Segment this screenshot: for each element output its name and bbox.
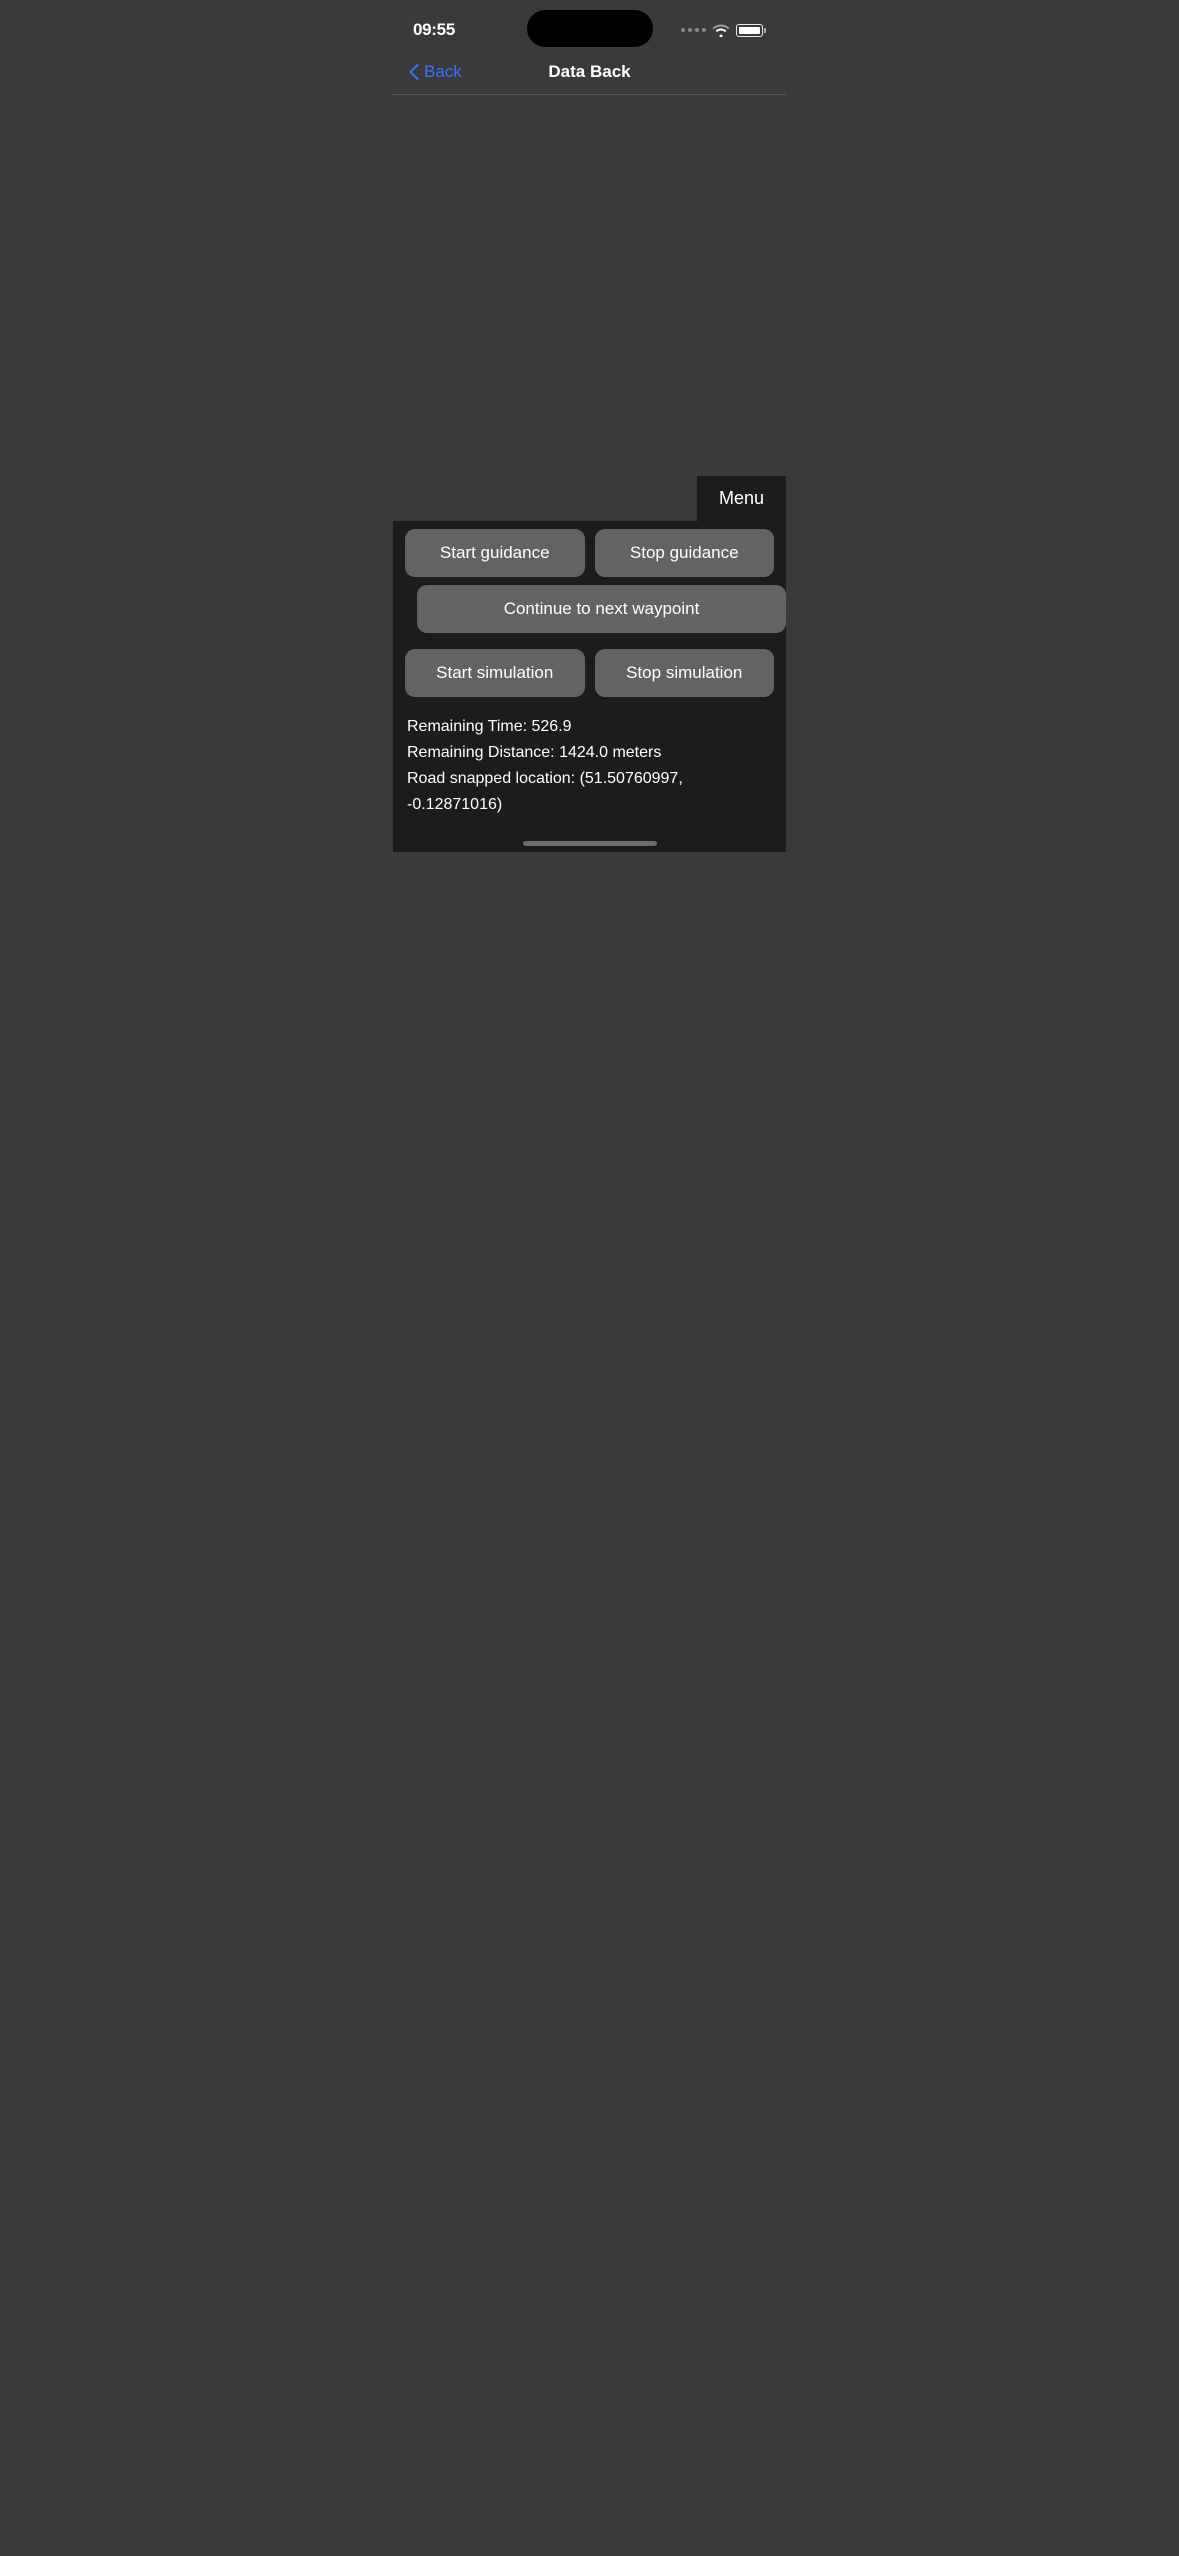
start-simulation-button[interactable]: Start simulation	[405, 649, 585, 697]
guidance-button-row: Start guidance Stop guidance	[393, 521, 786, 585]
dynamic-island	[527, 10, 653, 47]
back-chevron-icon	[409, 64, 419, 80]
simulation-button-row: Start simulation Stop simulation	[393, 641, 786, 705]
bottom-panel: Start guidance Stop guidance Continue to…	[393, 521, 786, 852]
remaining-time: Remaining Time: 526.9	[407, 715, 772, 739]
road-snapped-location-line2: -0.12871016)	[407, 793, 772, 817]
stop-guidance-button[interactable]: Stop guidance	[595, 529, 775, 577]
continue-waypoint-button[interactable]: Continue to next waypoint	[417, 585, 786, 633]
map-area: Menu	[393, 95, 786, 521]
waypoint-row: Continue to next waypoint	[393, 585, 786, 641]
status-bar: 09:55	[393, 0, 786, 54]
menu-button[interactable]: Menu	[697, 476, 786, 521]
battery-icon	[736, 24, 766, 37]
road-snapped-location-line1: Road snapped location: (51.50760997,	[407, 767, 772, 791]
back-label: Back	[424, 62, 462, 82]
start-guidance-button[interactable]: Start guidance	[405, 529, 585, 577]
back-button[interactable]: Back	[409, 62, 462, 82]
home-bar	[523, 841, 657, 846]
status-time: 09:55	[413, 20, 455, 40]
remaining-distance: Remaining Distance: 1424.0 meters	[407, 741, 772, 765]
page-root: 09:55	[393, 0, 786, 852]
nav-bar: Back Data Back	[393, 54, 786, 95]
stop-simulation-button[interactable]: Stop simulation	[595, 649, 775, 697]
info-section: Remaining Time: 526.9 Remaining Distance…	[393, 705, 786, 833]
nav-title: Data Back	[548, 62, 630, 82]
signal-icon	[681, 28, 706, 32]
home-indicator	[393, 833, 786, 852]
status-right-icons	[681, 23, 766, 37]
wifi-icon	[712, 23, 730, 37]
